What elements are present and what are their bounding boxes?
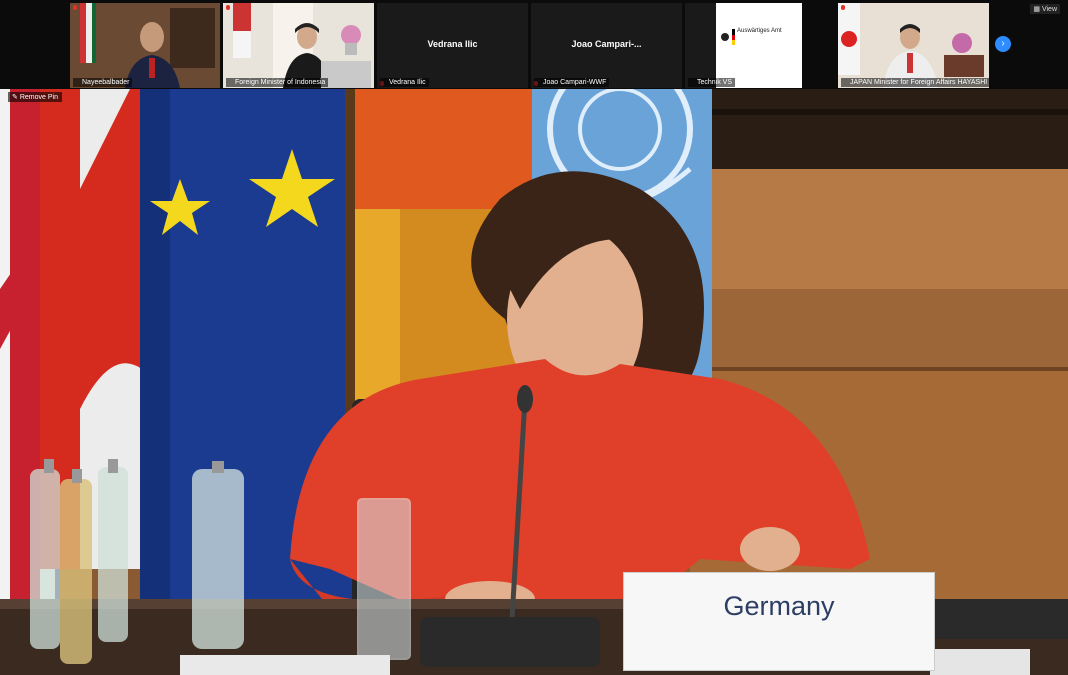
muted-mic-icon <box>841 5 845 10</box>
participant-tile[interactable]: Vedrana Ilic Vedrana Ilic <box>377 3 528 88</box>
participant-display-name: Joao Campari-... <box>571 39 642 49</box>
participant-name: Foreign Minister of Indonesia <box>226 78 329 87</box>
participant-video <box>223 3 374 88</box>
eagle-icon <box>721 29 735 45</box>
participant-strip: Nayeebalbader Foreign Minister of Indone… <box>0 0 1068 89</box>
muted-mic-icon <box>226 5 230 10</box>
participant-display-name: Vedrana Ilic <box>427 39 478 49</box>
grid-icon: ▦ <box>1033 6 1040 13</box>
next-page-button[interactable]: › <box>995 36 1011 52</box>
pin-icon: ✎ <box>12 94 18 101</box>
participant-video <box>70 3 220 88</box>
participant-name: Joao Campari-WWF <box>534 78 610 87</box>
view-label: View <box>1041 6 1057 13</box>
participant-tile[interactable]: Joao Campari-... Joao Campari-WWF <box>531 3 682 88</box>
nameplate: Germany <box>623 572 935 671</box>
participant-tile[interactable]: Foreign Minister of Indonesia <box>223 3 374 88</box>
participant-name: JAPAN Minister for Foreign Affairs HAYAS… <box>841 78 989 87</box>
auswaertiges-amt-logo: Auswärtiges Amt <box>716 3 802 88</box>
remove-pin-label: Remove Pin <box>19 94 58 101</box>
muted-mic-icon <box>73 5 77 10</box>
participant-name: Vedrana Ilic <box>380 78 429 87</box>
participant-name: Nayeebalbader <box>73 78 133 87</box>
remove-pin-button[interactable]: ✎ Remove Pin <box>8 92 62 102</box>
view-button[interactable]: ▦ View <box>1030 4 1060 14</box>
participant-tile[interactable]: JAPAN Minister for Foreign Affairs HAYAS… <box>838 3 989 88</box>
participant-name: Technik VS <box>688 78 736 87</box>
nameplate-text: Germany <box>723 591 835 621</box>
participant-video <box>838 3 989 88</box>
pinned-speaker-video: ✎ Remove Pin Germany <box>0 89 1068 675</box>
participant-tile[interactable]: Nayeebalbader <box>70 3 220 88</box>
participant-tile[interactable]: Auswärtiges Amt Technik VS <box>685 3 802 88</box>
logo-text: Auswärtiges Amt <box>737 28 782 34</box>
